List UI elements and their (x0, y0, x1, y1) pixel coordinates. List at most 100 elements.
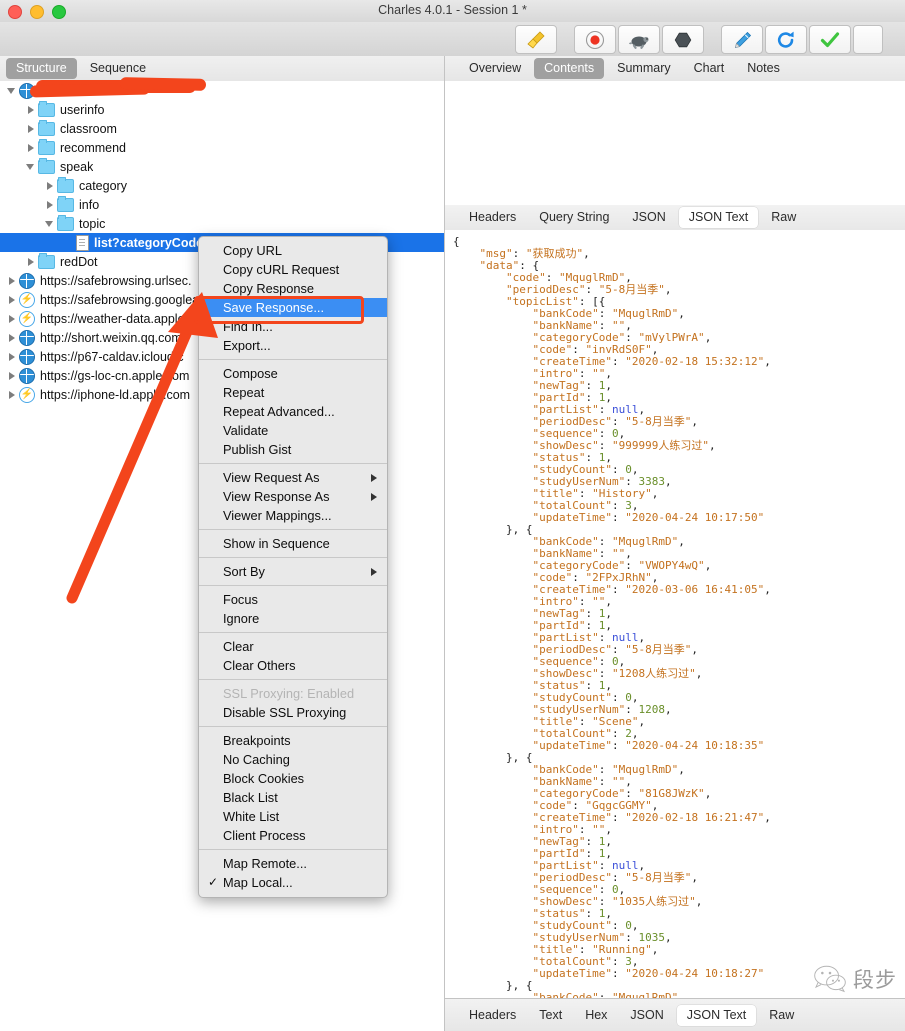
menu-item-validate[interactable]: Validate (199, 421, 387, 440)
json-text-viewer[interactable]: { "msg": "获取成功", "data": { "code": "Mqug… (445, 230, 905, 998)
globe-icon (19, 329, 35, 346)
subtab-json[interactable]: JSON (622, 207, 675, 228)
menu-item-view-response-as[interactable]: View Response As (199, 487, 387, 506)
menu-item-publish-gist[interactable]: Publish Gist (199, 440, 387, 459)
menu-item-viewer-mappings[interactable]: Viewer Mappings... (199, 506, 387, 525)
tree-row[interactable]: recommend (0, 138, 444, 157)
resp-subtab-raw[interactable]: Raw (759, 1005, 804, 1026)
menu-item-show-in-sequence[interactable]: Show in Sequence (199, 534, 387, 553)
menu-item-block-cookies[interactable]: Block Cookies (199, 769, 387, 788)
disclosure-closed-icon[interactable] (6, 389, 17, 400)
subtab-json-text[interactable]: JSON Text (678, 207, 759, 228)
folder-icon (38, 252, 55, 269)
disclosure-closed-icon[interactable] (6, 275, 17, 286)
resp-subtab-headers[interactable]: Headers (459, 1005, 526, 1026)
tree-row-label: classroom (60, 121, 117, 136)
menu-item-label: Sort By (223, 564, 265, 579)
disclosure-closed-icon[interactable] (25, 104, 36, 115)
menu-item-label: Disable SSL Proxying (223, 705, 347, 720)
disclosure-closed-icon[interactable] (6, 294, 17, 305)
tab-sequence[interactable]: Sequence (80, 58, 156, 79)
tree-row[interactable]: speak (0, 157, 444, 176)
disclosure-closed-icon[interactable] (25, 142, 36, 153)
menu-item-no-caching[interactable]: No Caching (199, 750, 387, 769)
disclosure-open-icon[interactable] (6, 85, 17, 96)
context-menu[interactable]: Copy URL Copy cURL Request Copy Response Sa… (198, 236, 388, 898)
disclosure-closed-icon[interactable] (6, 313, 17, 324)
disclosure-closed-icon[interactable] (6, 351, 17, 362)
menu-item-copy-url[interactable]: Copy URL (199, 241, 387, 260)
tab-summary[interactable]: Summary (607, 58, 680, 79)
disclosure-closed-icon[interactable] (6, 332, 17, 343)
menu-separator (199, 529, 387, 530)
menu-item-export[interactable]: Export... (199, 336, 387, 355)
resp-subtab-json[interactable]: JSON (620, 1005, 673, 1026)
throttle-button[interactable] (618, 25, 660, 54)
resp-subtab-json-text[interactable]: JSON Text (676, 1005, 757, 1026)
menu-item-repeat-advanced[interactable]: Repeat Advanced... (199, 402, 387, 421)
repeat-button[interactable] (765, 25, 807, 54)
record-button[interactable] (574, 25, 616, 54)
tree-row-label: recommend (60, 140, 126, 155)
tree-row[interactable]: userinfo (0, 100, 444, 119)
menu-item-copy-response[interactable]: Copy Response (199, 279, 387, 298)
disclosure-closed-icon[interactable] (44, 199, 55, 210)
tree-row[interactable]: info (0, 195, 444, 214)
menu-item-white-list[interactable]: White List (199, 807, 387, 826)
menu-item-view-request-as[interactable]: View Request As (199, 468, 387, 487)
tab-notes[interactable]: Notes (737, 58, 790, 79)
document-icon (76, 234, 89, 251)
resp-subtab-hex[interactable]: Hex (575, 1005, 617, 1026)
validate-button[interactable] (809, 25, 851, 54)
tree-row-label: https://gs-loc-cn.apple.com (40, 368, 190, 383)
tree-row[interactable]: classroom (0, 119, 444, 138)
bolt-icon: ⚡ (19, 291, 35, 308)
menu-item-copy-curl-request[interactable]: Copy cURL Request (199, 260, 387, 279)
tree-row-label: category (79, 178, 127, 193)
breakpoints-button[interactable] (662, 25, 704, 54)
disclosure-closed-icon[interactable] (25, 256, 36, 267)
tree-row-label: redDot (60, 254, 98, 269)
menu-item-repeat[interactable]: Repeat (199, 383, 387, 402)
disclosure-closed-icon[interactable] (25, 123, 36, 134)
subtab-headers[interactable]: Headers (459, 207, 526, 228)
menu-item-map-local[interactable]: ✓ Map Local... (199, 873, 387, 892)
menu-item-ignore[interactable]: Ignore (199, 609, 387, 628)
menu-item-compose[interactable]: Compose (199, 364, 387, 383)
disclosure-closed-icon[interactable] (44, 180, 55, 191)
tab-structure[interactable]: Structure (6, 58, 77, 79)
tree-row[interactable] (0, 81, 444, 100)
disclosure-open-icon[interactable] (44, 218, 55, 229)
menu-item-clear-others[interactable]: Clear Others (199, 656, 387, 675)
menu-item-client-process[interactable]: Client Process (199, 826, 387, 845)
tree-row[interactable]: category (0, 176, 444, 195)
menu-item-label: View Request As (223, 470, 320, 485)
menu-item-label: Repeat (223, 385, 265, 400)
subtab-raw[interactable]: Raw (761, 207, 806, 228)
submenu-arrow-icon (371, 492, 377, 501)
menu-item-sort-by[interactable]: Sort By (199, 562, 387, 581)
menu-separator (199, 726, 387, 727)
tree-row[interactable]: topic (0, 214, 444, 233)
disclosure-closed-icon[interactable] (6, 370, 17, 381)
compose-button[interactable] (721, 25, 763, 54)
resp-subtab-text[interactable]: Text (529, 1005, 572, 1026)
menu-item-save-response[interactable]: Save Response... (199, 298, 387, 317)
menu-item-find-in[interactable]: Find In... (199, 317, 387, 336)
menu-item-label: Breakpoints (223, 733, 291, 748)
submenu-arrow-icon (371, 567, 377, 576)
menu-item-breakpoints[interactable]: Breakpoints (199, 731, 387, 750)
menu-item-label: Repeat Advanced... (223, 404, 335, 419)
menu-item-disable-ssl-proxying[interactable]: Disable SSL Proxying (199, 703, 387, 722)
clear-session-button[interactable] (515, 25, 557, 54)
disclosure-open-icon[interactable] (25, 161, 36, 172)
tab-chart[interactable]: Chart (684, 58, 735, 79)
overflow-button[interactable] (853, 25, 883, 54)
tab-contents[interactable]: Contents (534, 58, 605, 79)
menu-item-focus[interactable]: Focus (199, 590, 387, 609)
menu-item-black-list[interactable]: Black List (199, 788, 387, 807)
menu-item-map-remote[interactable]: Map Remote... (199, 854, 387, 873)
tab-overview[interactable]: Overview (459, 58, 531, 79)
subtab-query-string[interactable]: Query String (529, 207, 619, 228)
menu-item-clear[interactable]: Clear (199, 637, 387, 656)
